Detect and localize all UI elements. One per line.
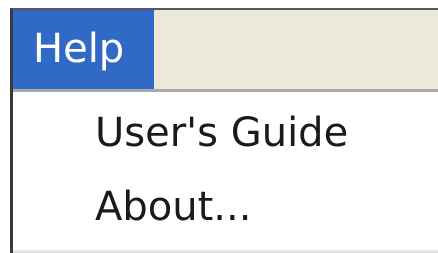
menu-bottom-edge [13, 249, 438, 253]
help-dropdown-menu: User's Guide About... [13, 92, 438, 253]
menu-item-about[interactable]: About... [95, 184, 251, 230]
app-window: Help User's Guide About... [10, 8, 438, 253]
menu-item-users-guide[interactable]: User's Guide [95, 110, 348, 156]
menu-help[interactable]: Help [13, 10, 154, 89]
menu-bar: Help [13, 10, 438, 92]
